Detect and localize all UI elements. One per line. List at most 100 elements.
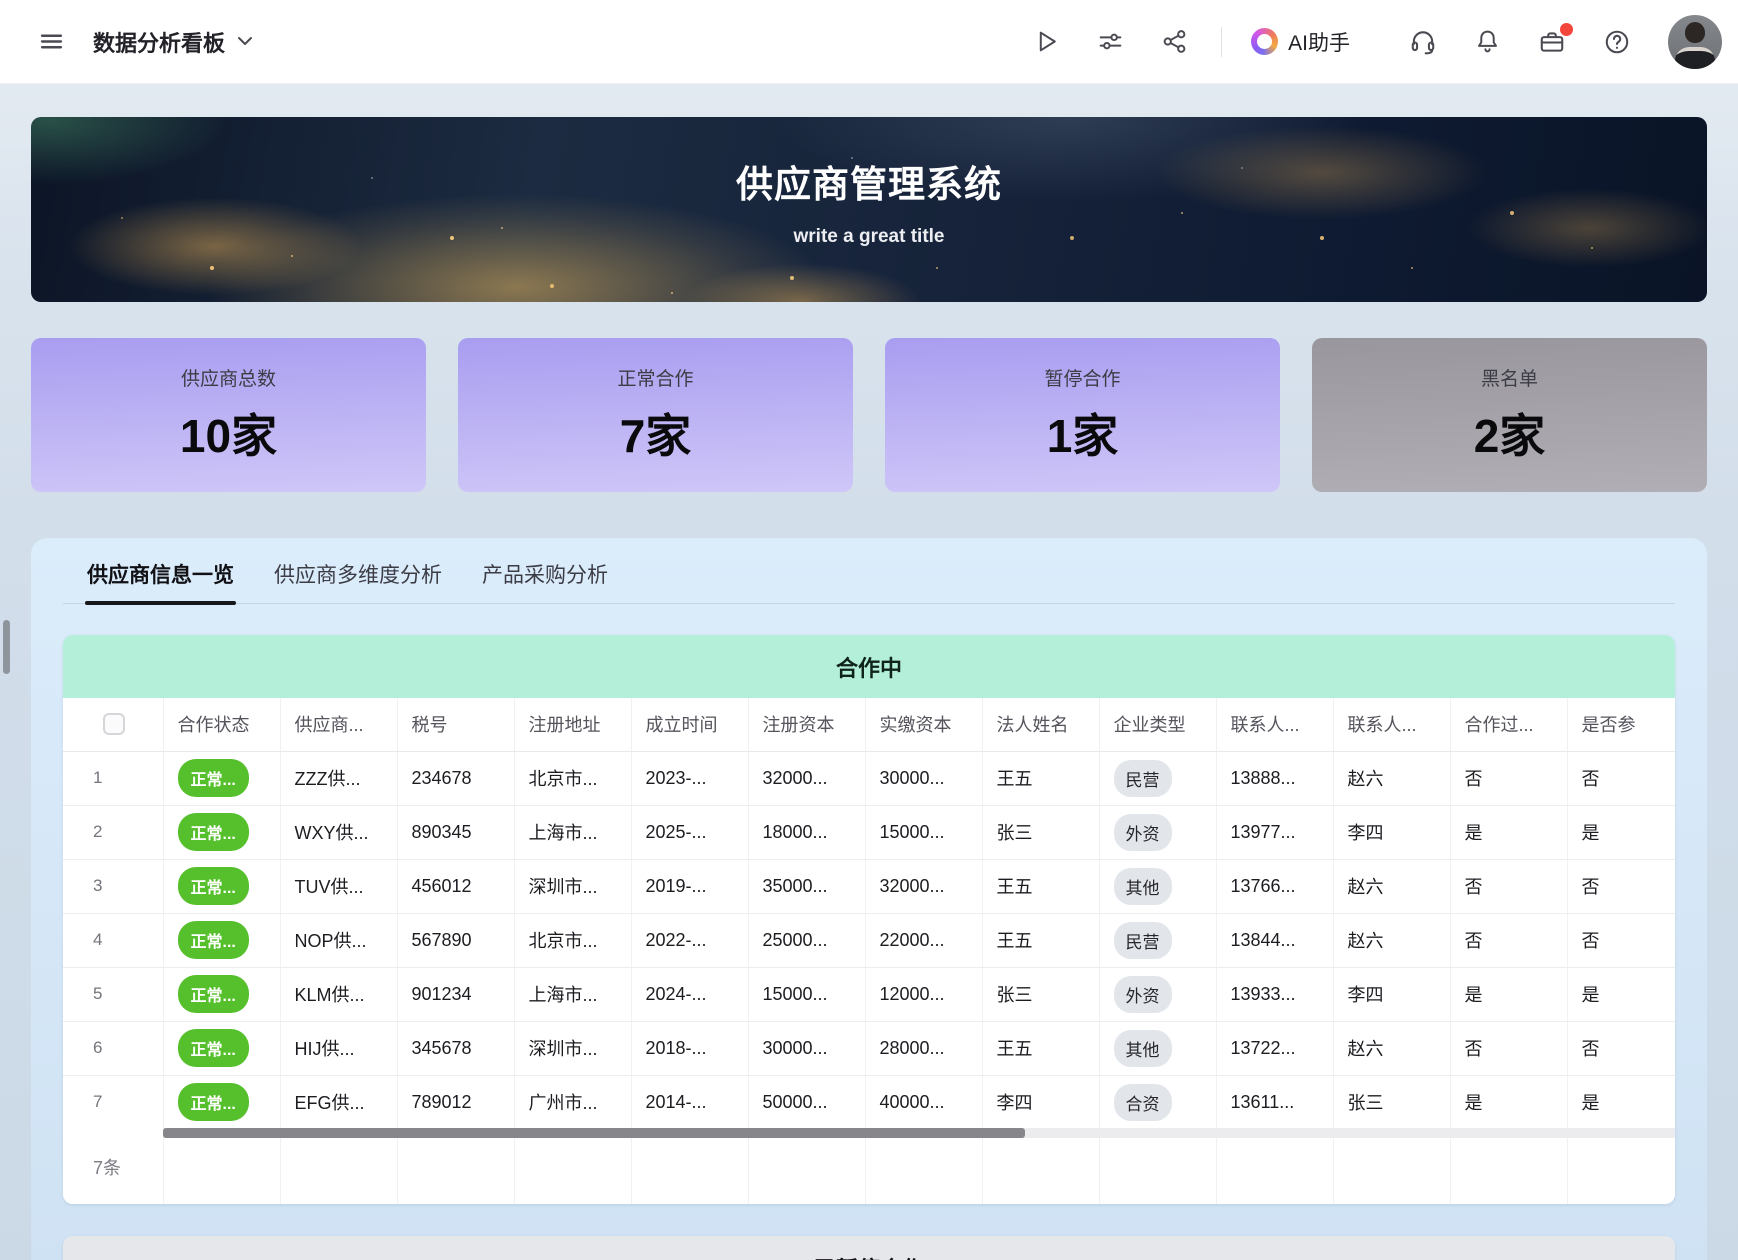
stat-label: 暂停合作	[1044, 364, 1120, 391]
page-title: 数据分析看板	[93, 26, 225, 58]
tab-supplier-overview[interactable]: 供应商信息一览	[85, 548, 236, 603]
cell-status: 正常...	[163, 1075, 280, 1129]
cell-address: 上海市...	[514, 967, 631, 1021]
stat-card-blacklist[interactable]: 黑名单 2家	[1312, 338, 1707, 492]
play-button[interactable]	[1029, 24, 1064, 59]
cell-tax: 234678	[397, 751, 514, 805]
stat-card-total-suppliers[interactable]: 供应商总数 10家	[31, 338, 426, 492]
column-header[interactable]: 注册地址	[514, 698, 631, 751]
share-button[interactable]	[1157, 24, 1192, 59]
cell-tax: 456012	[397, 859, 514, 913]
table-row[interactable]: 7正常...EFG供...789012广州市...2014-...50000..…	[63, 1075, 1675, 1129]
tab-supplier-analysis[interactable]: 供应商多维度分析	[272, 548, 444, 603]
table-row[interactable]: 5正常...KLM供...901234上海市...2024-...15000..…	[63, 967, 1675, 1021]
column-header[interactable]: 税号	[397, 698, 514, 751]
cell-phone: 13888...	[1216, 751, 1333, 805]
column-header[interactable]: 实缴资本	[865, 698, 982, 751]
cell-founded: 2014-...	[631, 1075, 748, 1129]
dashboard-title-dropdown[interactable]: 数据分析看板	[93, 26, 253, 58]
headset-icon	[1409, 28, 1437, 56]
cell-type: 民营	[1099, 751, 1216, 805]
notifications-button[interactable]	[1470, 24, 1505, 59]
ai-assistant-logo-icon	[1251, 28, 1278, 55]
cell-paid_capital: 40000...	[865, 1075, 982, 1129]
stat-card-paused-cooperation[interactable]: 暂停合作 1家	[885, 338, 1280, 492]
navbar: 数据分析看板	[0, 0, 1738, 84]
table-row[interactable]: 6正常...HIJ供...345678深圳市...2018-...30000..…	[63, 1021, 1675, 1075]
row-count: 7条	[63, 1129, 163, 1204]
cell-coop: 否	[1450, 751, 1567, 805]
user-avatar[interactable]	[1668, 15, 1722, 69]
hamburger-icon	[38, 28, 65, 55]
cell-coop: 否	[1450, 859, 1567, 913]
cell-paid_capital: 28000...	[865, 1021, 982, 1075]
workspace-button[interactable]	[1534, 24, 1570, 60]
question-circle-icon	[1603, 28, 1631, 56]
support-button[interactable]	[1405, 24, 1441, 60]
cell-status: 正常...	[163, 967, 280, 1021]
help-button[interactable]	[1599, 24, 1635, 60]
cell-founded: 2024-...	[631, 967, 748, 1021]
cell-tax: 789012	[397, 1075, 514, 1129]
hamburger-menu-button[interactable]	[34, 24, 69, 59]
ai-assistant-label: AI助手	[1288, 27, 1350, 57]
cell-contact: 赵六	[1333, 1021, 1450, 1075]
cell-address: 深圳市...	[514, 859, 631, 913]
navbar-divider	[1221, 27, 1222, 57]
table-row[interactable]: 2正常...WXY供...890345上海市...2025-...18000..…	[63, 805, 1675, 859]
ai-assistant-button[interactable]: AI助手	[1251, 27, 1350, 57]
cell-address: 上海市...	[514, 805, 631, 859]
column-header[interactable]: 法人姓名	[982, 698, 1099, 751]
cell-joined: 是	[1567, 1075, 1675, 1129]
cell-status: 正常...	[163, 1021, 280, 1075]
cell-supplier: HIJ供...	[280, 1021, 397, 1075]
company-type-badge: 民营	[1114, 922, 1172, 959]
table-row[interactable]: 1正常...ZZZ供...234678北京市...2023-...32000..…	[63, 751, 1675, 805]
table-body: 1正常...ZZZ供...234678北京市...2023-...32000..…	[63, 751, 1675, 1129]
cell-contact: 赵六	[1333, 859, 1450, 913]
column-header[interactable]: 供应商...	[280, 698, 397, 751]
column-header[interactable]: 成立时间	[631, 698, 748, 751]
column-header[interactable]: 注册资本	[748, 698, 865, 751]
tab-bar: 供应商信息一览 供应商多维度分析 产品采购分析	[63, 548, 1675, 604]
horizontal-scrollbar[interactable]	[163, 1128, 1025, 1138]
column-header[interactable]: 企业类型	[1099, 698, 1216, 751]
settings-button[interactable]	[1093, 24, 1128, 59]
company-type-badge: 其他	[1114, 868, 1172, 905]
share-icon	[1161, 28, 1188, 55]
cell-contact: 赵六	[1333, 913, 1450, 967]
cell-phone: 13766...	[1216, 859, 1333, 913]
cell-contact: 赵六	[1333, 751, 1450, 805]
cell-joined: 否	[1567, 1021, 1675, 1075]
cell-type: 其他	[1099, 859, 1216, 913]
cell-reg_capital: 15000...	[748, 967, 865, 1021]
company-type-badge: 其他	[1114, 1030, 1172, 1067]
column-header[interactable]: 联系人...	[1333, 698, 1450, 751]
row-number: 6	[63, 1021, 163, 1075]
cell-coop: 是	[1450, 805, 1567, 859]
cell-joined: 是	[1567, 805, 1675, 859]
company-type-badge: 外资	[1114, 976, 1172, 1013]
column-header[interactable]: 合作状态	[163, 698, 280, 751]
tab-procurement-analysis[interactable]: 产品采购分析	[480, 548, 610, 603]
column-header[interactable]: 合作过...	[1450, 698, 1567, 751]
vertical-scrollbar[interactable]	[3, 620, 10, 674]
column-header[interactable]: 是否参	[1567, 698, 1675, 751]
hero-subtitle: write a great title	[31, 226, 1707, 248]
cell-type: 外资	[1099, 805, 1216, 859]
select-all-checkbox[interactable]	[103, 713, 125, 735]
cell-phone: 13977...	[1216, 805, 1333, 859]
notification-dot	[1560, 23, 1573, 36]
cell-paid_capital: 30000...	[865, 751, 982, 805]
stat-card-normal-cooperation[interactable]: 正常合作 7家	[458, 338, 853, 492]
table-row[interactable]: 3正常...TUV供...456012深圳市...2019-...35000..…	[63, 859, 1675, 913]
column-header[interactable]: 联系人...	[1216, 698, 1333, 751]
cell-tax: 901234	[397, 967, 514, 1021]
cell-tax: 345678	[397, 1021, 514, 1075]
cell-coop: 否	[1450, 913, 1567, 967]
cell-legal: 张三	[982, 805, 1099, 859]
cell-phone: 13722...	[1216, 1021, 1333, 1075]
cell-contact: 张三	[1333, 1075, 1450, 1129]
horizontal-scrollbar-track	[163, 1128, 1675, 1138]
table-row[interactable]: 4正常...NOP供...567890北京市...2022-...25000..…	[63, 913, 1675, 967]
